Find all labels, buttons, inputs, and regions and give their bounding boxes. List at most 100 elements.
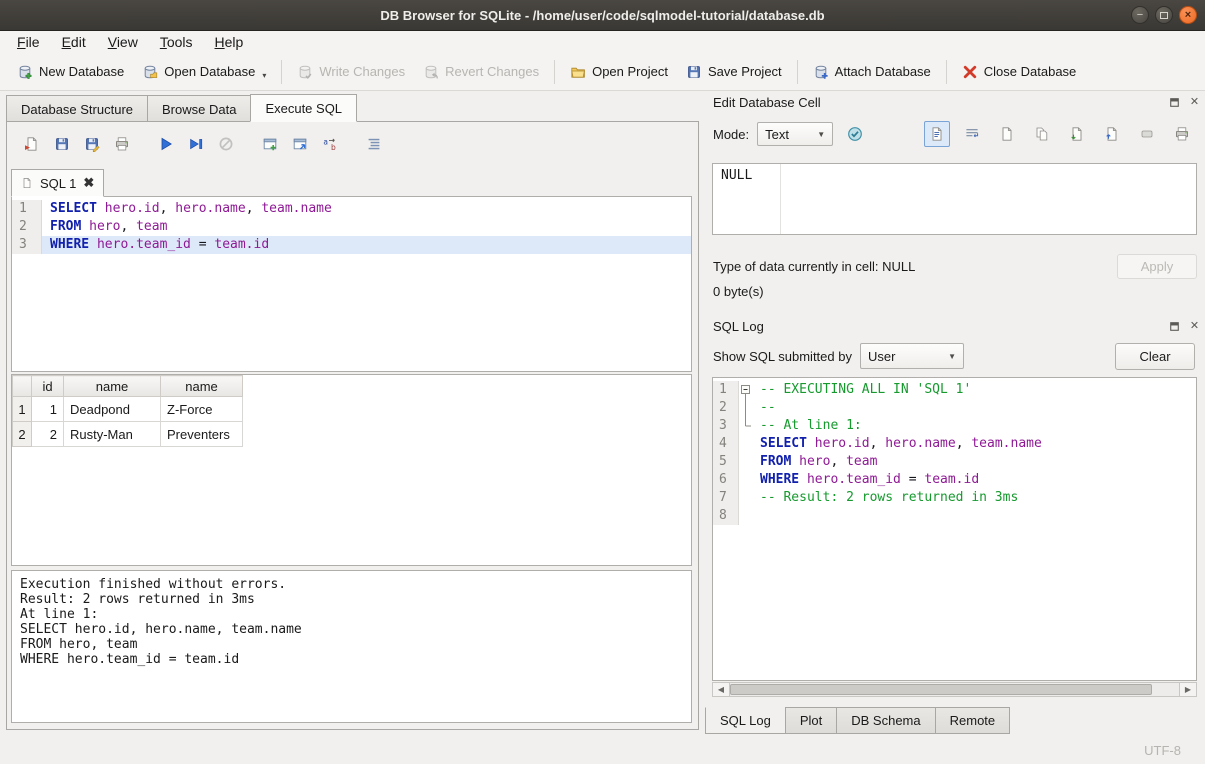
minimize-button[interactable]: − (1131, 6, 1149, 24)
open-database-button[interactable]: Open Database▾ (133, 58, 275, 86)
dock-tab-sql-log[interactable]: SQL Log (705, 707, 786, 734)
word-wrap-button[interactable] (959, 121, 985, 147)
float-dock-icon[interactable] (1168, 320, 1181, 333)
auto-format-button[interactable] (359, 130, 389, 158)
tab-execute-sql[interactable]: Execute SQL (250, 94, 357, 122)
execute-current-line-button[interactable] (181, 130, 211, 158)
menu-help[interactable]: Help (204, 33, 255, 51)
code-line-8[interactable]: 8 (713, 507, 1196, 525)
code-line-1[interactable]: 1-- EXECUTING ALL IN 'SQL 1' (713, 381, 1196, 399)
find-replace-button[interactable]: ab (315, 130, 345, 158)
table-cell[interactable]: Z-Force (161, 397, 243, 422)
code-line-5[interactable]: 5FROM hero, team (713, 453, 1196, 471)
line-number: 6 (713, 471, 739, 489)
dock-tab-remote[interactable]: Remote (935, 707, 1011, 734)
sql-editor[interactable]: 1SELECT hero.id, hero.name, team.name2FR… (11, 196, 692, 372)
table-cell[interactable]: 2 (32, 422, 64, 447)
sql-log-view[interactable]: 1-- EXECUTING ALL IN 'SQL 1'2--3-- At li… (712, 377, 1197, 681)
code-line-6[interactable]: 6WHERE hero.team_id = team.id (713, 471, 1196, 489)
sql-document-tab[interactable]: SQL 1✖ (11, 169, 104, 197)
column-header[interactable]: name (64, 376, 161, 397)
print-button[interactable] (107, 130, 137, 158)
float-dock-icon[interactable] (1168, 96, 1181, 109)
results-grid[interactable]: idnamename11DeadpondZ-Force22Rusty-ManPr… (11, 374, 692, 566)
close-dock-icon[interactable]: ✕ (1188, 96, 1201, 109)
code-line-2[interactable]: 2FROM hero, team (12, 218, 691, 236)
dropdown-caret-icon[interactable]: ▾ (262, 71, 266, 80)
attach-database-icon (813, 64, 829, 80)
execution-message-pane[interactable]: Execution finished without errors. Resul… (11, 570, 692, 723)
line-number: 2 (12, 218, 42, 236)
auto-detect-button[interactable] (841, 121, 869, 147)
tab-database-structure[interactable]: Database Structure (6, 95, 148, 122)
main-tab-bar: Database StructureBrowse DataExecute SQL (6, 94, 356, 122)
fold-marker-icon (739, 507, 752, 525)
table-cell[interactable]: Rusty-Man (64, 422, 161, 447)
code-line-4[interactable]: 4SELECT hero.id, hero.name, team.name (713, 435, 1196, 453)
code-line-3[interactable]: 3WHERE hero.team_id = team.id (12, 236, 691, 254)
close-database-button[interactable]: Close Database (953, 58, 1086, 86)
sql-document-tab-bar: SQL 1✖ (11, 169, 104, 197)
clear-log-button[interactable]: Clear (1115, 343, 1195, 370)
open-in-new-tab-button[interactable] (285, 130, 315, 158)
table-cell[interactable]: Preventers (161, 422, 243, 447)
row-header[interactable]: 2 (13, 422, 32, 447)
print-icon (114, 136, 130, 152)
close-tab-icon[interactable]: ✖ (83, 175, 94, 191)
sql-log-filter-combobox[interactable]: User ▼ (860, 343, 964, 369)
open-new-tab-button[interactable] (255, 130, 285, 158)
code-line-3[interactable]: 3-- At line 1: (713, 417, 1196, 435)
scroll-left-arrow-icon[interactable]: ◀ (713, 683, 730, 696)
column-header[interactable]: id (32, 376, 64, 397)
document-button[interactable] (994, 121, 1020, 147)
save-sql-file-button[interactable] (47, 130, 77, 158)
menu-edit[interactable]: Edit (51, 33, 97, 51)
sql-log-lines: 1-- EXECUTING ALL IN 'SQL 1'2--3-- At li… (713, 378, 1196, 525)
apply-button[interactable]: Apply (1117, 254, 1197, 279)
attach-database-button[interactable]: Attach Database (804, 58, 940, 86)
set-null-button[interactable] (1134, 121, 1160, 147)
row-header[interactable]: 1 (13, 397, 32, 422)
open-project-button[interactable]: Open Project (561, 58, 677, 86)
save-project-button[interactable]: Save Project (677, 58, 791, 86)
main-toolbar: New DatabaseOpen Database▾Write ChangesR… (0, 53, 1205, 91)
window-controls: − × (1131, 6, 1197, 24)
menu-tools[interactable]: Tools (149, 33, 204, 51)
sql-log-dock-title: SQL Log (713, 319, 1168, 334)
table-row: 22Rusty-ManPreventers (13, 422, 243, 447)
horizontal-scrollbar[interactable]: ◀ ▶ (712, 682, 1197, 697)
execution-message: Execution finished without errors. Resul… (12, 571, 691, 673)
dock-tab-db-schema[interactable]: DB Schema (836, 707, 935, 734)
fold-marker-icon[interactable] (739, 381, 752, 399)
code-line-2[interactable]: 2-- (713, 399, 1196, 417)
save-project-icon (686, 64, 702, 80)
scrollbar-thumb[interactable] (730, 684, 1152, 695)
code-line-7[interactable]: 7-- Result: 2 rows returned in 3ms (713, 489, 1196, 507)
menu-view[interactable]: View (97, 33, 149, 51)
table-cell[interactable]: 1 (32, 397, 64, 422)
sql-log-filter-value: User (868, 349, 895, 364)
copy-button[interactable] (1029, 121, 1055, 147)
print-button[interactable] (1169, 121, 1195, 147)
export-button[interactable] (1099, 121, 1125, 147)
column-header[interactable]: name (161, 376, 243, 397)
dock-tab-plot[interactable]: Plot (785, 707, 837, 734)
mode-combobox[interactable]: Text ▼ (757, 122, 833, 146)
save-sql-as-button[interactable] (77, 130, 107, 158)
code-line-1[interactable]: 1SELECT hero.id, hero.name, team.name (12, 200, 691, 218)
scroll-right-arrow-icon[interactable]: ▶ (1179, 683, 1196, 696)
execute-all-button[interactable] (151, 130, 181, 158)
corner-header[interactable] (13, 376, 32, 397)
tab-browse-data[interactable]: Browse Data (147, 95, 251, 122)
fold-marker-icon (739, 399, 752, 417)
import-button[interactable] (1064, 121, 1090, 147)
close-dock-icon[interactable]: ✕ (1188, 320, 1201, 333)
text-mode-button[interactable] (924, 121, 950, 147)
table-cell[interactable]: Deadpond (64, 397, 161, 422)
new-database-button[interactable]: New Database (8, 58, 133, 86)
open-sql-file-button[interactable] (17, 130, 47, 158)
close-button[interactable]: × (1179, 6, 1197, 24)
maximize-button[interactable] (1155, 6, 1173, 24)
cell-content-editor[interactable]: NULL (712, 163, 1197, 235)
menu-file[interactable]: File (6, 33, 51, 51)
